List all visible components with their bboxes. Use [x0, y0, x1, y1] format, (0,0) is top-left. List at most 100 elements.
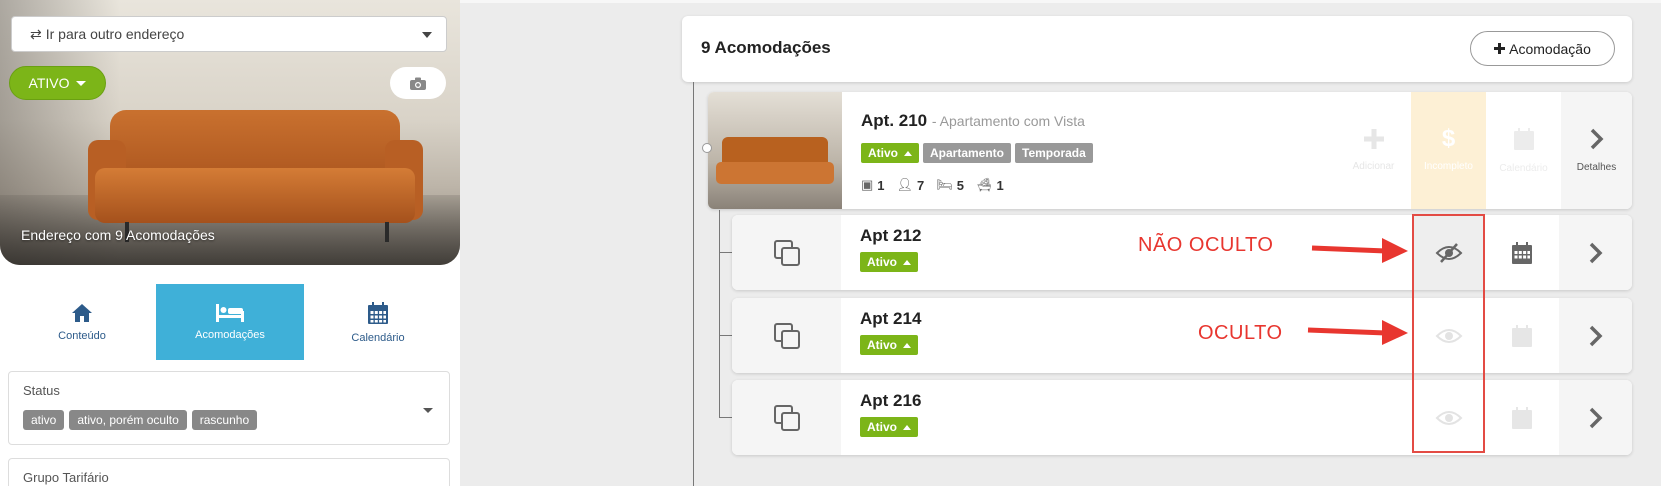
beds-count: 5: [956, 177, 965, 193]
tree-connector: [719, 252, 733, 253]
status-badge[interactable]: Ativo: [860, 252, 918, 272]
status-badge-label: Ativo: [867, 255, 897, 269]
tab-conteudo[interactable]: Conteúdo: [8, 284, 156, 360]
arrow-annotation-hidden: [1307, 320, 1408, 345]
details-action[interactable]: Detalhes: [1561, 92, 1632, 209]
caret-up-icon: [903, 342, 911, 348]
dollar-icon: $: [1441, 125, 1456, 152]
address-select-label: Ir para outro endereço: [45, 26, 185, 42]
camera-button[interactable]: [390, 67, 446, 99]
plus-icon: [1494, 43, 1506, 54]
top-divider: [460, 0, 1661, 3]
chevron-down-icon: [422, 32, 432, 38]
add-accommodation-button[interactable]: Acomodação: [1470, 31, 1615, 66]
baths-count: 1: [996, 177, 1004, 193]
guests-count: 7: [917, 177, 925, 193]
rate-group-filter[interactable]: Grupo Tarifário: [8, 458, 450, 486]
chevron-right-icon: [1589, 407, 1602, 428]
calendar-button[interactable]: [1484, 298, 1559, 373]
exchange-icon: ⇄: [30, 25, 42, 42]
copy-button[interactable]: [732, 298, 841, 373]
annotation-not-hidden: NÃO OCULTO: [1138, 234, 1274, 256]
address-select[interactable]: ⇄ Ir para outro endereço: [11, 16, 447, 52]
tab-label: Acomodações: [195, 328, 265, 341]
plus-icon: [1363, 129, 1384, 149]
status-badge[interactable]: Ativo: [861, 143, 919, 163]
child-accommodation-name: Apt 216: [860, 391, 922, 410]
details-button[interactable]: [1559, 380, 1632, 455]
details-button[interactable]: [1559, 298, 1632, 373]
tree-connector: [719, 335, 733, 336]
chevron-down-icon: [423, 408, 433, 413]
child-accommodation-card[interactable]: Apt 216 Ativo: [732, 380, 1632, 455]
sidebar-tabs: Conteúdo Acomodações Calendário: [8, 284, 452, 360]
hero-caption: Endereço com 9 Acomodações: [21, 227, 215, 243]
accommodation-name: Apt. 210: [861, 111, 928, 130]
status-chips: ativo ativo, porém oculto rascunho: [23, 410, 258, 430]
status-badge[interactable]: Ativo: [860, 335, 918, 355]
caret-up-icon: [904, 150, 912, 156]
incomplete-action[interactable]: $ Incompleto: [1411, 92, 1486, 209]
status-filter[interactable]: Status ativo ativo, porém oculto rascunh…: [8, 371, 450, 445]
chevron-right-icon: [1589, 242, 1602, 263]
incomplete-action-label: Incompleto: [1424, 161, 1473, 172]
add-action[interactable]: Adicionar: [1336, 92, 1411, 209]
status-badge-label: Ativo: [867, 338, 897, 352]
status-badge-label: Ativo: [868, 146, 898, 160]
tab-label: Conteúdo: [58, 329, 106, 342]
rooms-stat: ▣ 1: [861, 177, 885, 193]
add-action-label: Adicionar: [1352, 161, 1395, 172]
calendar-button[interactable]: [1484, 215, 1559, 290]
mode-badge: Temporada: [1015, 143, 1093, 163]
status-chip[interactable]: ativo: [23, 410, 65, 430]
tree-line: [719, 210, 720, 418]
tab-calendario[interactable]: Calendário: [304, 284, 452, 360]
calendar-button[interactable]: [1484, 380, 1559, 455]
visibility-highlight-box: [1412, 214, 1485, 453]
accommodations-header: 9 Acomodações Acomodação: [682, 16, 1632, 82]
baths-stat: 🛁︎ 1: [976, 177, 1004, 193]
parent-badges: Ativo Apartamento Temporada: [861, 143, 1093, 163]
chevron-right-icon: [1589, 325, 1602, 346]
status-dropdown-button[interactable]: ATIVO: [9, 66, 106, 100]
rate-group-label: Grupo Tarifário: [23, 470, 109, 485]
copy-icon: [773, 322, 800, 349]
status-chip[interactable]: ativo, porém oculto: [69, 410, 187, 430]
type-badge: Apartamento: [923, 143, 1012, 163]
bed-icon: 🛏︎: [936, 177, 953, 192]
calendar-icon: [1511, 324, 1532, 347]
calendar-icon: [1513, 128, 1534, 150]
child-accommodation-name: Apt 214: [860, 309, 922, 328]
calendar-icon: [1511, 241, 1532, 264]
child-badges: Ativo: [860, 417, 918, 437]
caret-up-icon: [903, 424, 911, 430]
guests-stat: 👤︎ 7: [897, 177, 925, 193]
accommodation-subtitle: - Apartamento com Vista: [931, 113, 1085, 129]
accommodation-thumbnail: [708, 92, 842, 209]
tab-acomodacoes[interactable]: Acomodações: [156, 284, 304, 360]
child-accommodation-card[interactable]: Apt 214 Ativo: [732, 298, 1632, 373]
copy-button[interactable]: [732, 380, 841, 455]
rooms-count: 1: [877, 177, 885, 193]
details-button[interactable]: [1559, 215, 1632, 290]
status-badge[interactable]: Ativo: [860, 417, 918, 437]
accommodation-stats: ▣ 1 👤︎ 7 🛏︎ 5 🛁︎ 1: [861, 177, 1004, 193]
tree-line: [693, 82, 694, 486]
status-filter-label: Status: [23, 383, 60, 398]
beds-stat: 🛏︎ 5: [936, 177, 964, 193]
status-chip[interactable]: rascunho: [191, 410, 258, 430]
add-accommodation-label: Acomodação: [1509, 40, 1591, 57]
calendar-action[interactable]: Calendário: [1486, 92, 1561, 209]
calendar-action-label: Calendário: [1499, 163, 1548, 174]
details-action-label: Detalhes: [1576, 162, 1617, 173]
copy-button[interactable]: [732, 215, 841, 290]
child-badges: Ativo: [860, 335, 918, 355]
tab-label: Calendário: [351, 331, 405, 344]
status-badge-label: Ativo: [867, 420, 897, 434]
sidebar: ⇄ Ir para outro endereço ATIVO Endereço …: [0, 0, 460, 486]
copy-icon: [773, 239, 800, 266]
child-badges: Ativo: [860, 252, 918, 272]
page-title: 9 Acomodações: [701, 38, 831, 57]
parent-accommodation-card[interactable]: Apt. 210 - Apartamento com Vista Ativo A…: [708, 92, 1632, 209]
arrow-annotation-not-hidden: [1311, 238, 1408, 263]
